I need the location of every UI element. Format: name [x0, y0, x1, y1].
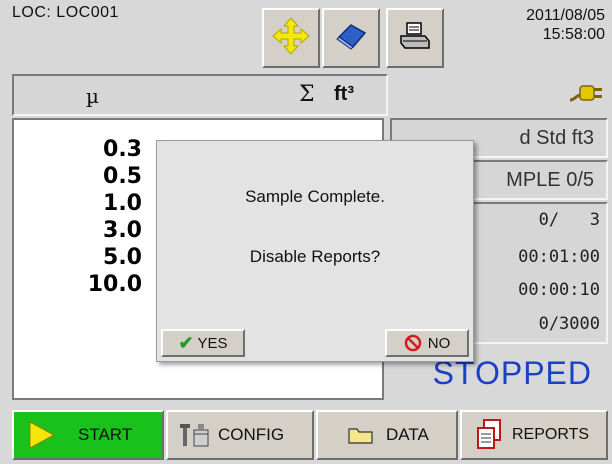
no-label: NO: [427, 334, 451, 352]
location-label: LOC: LOC001: [12, 4, 252, 34]
data-button[interactable]: DATA: [316, 410, 458, 460]
size-row: 5.0: [103, 245, 142, 270]
time-text: 15:58:00: [542, 26, 605, 43]
size-row: 0.3: [103, 137, 142, 162]
size-column-header: µ: [86, 84, 99, 108]
data-label: DATA: [386, 425, 429, 444]
move-button[interactable]: [262, 8, 320, 68]
reports-label: REPORTS: [512, 426, 590, 443]
size-row: 1.0: [103, 191, 142, 216]
four-way-arrow-icon: [271, 16, 311, 61]
location-text: LOC: LOC001: [12, 4, 119, 21]
size-row: 3.0: [103, 218, 142, 243]
size-row: 0.5: [103, 164, 142, 189]
column-header-bar: µ Σ ft³: [12, 74, 388, 116]
prohibited-icon: [404, 334, 422, 352]
datetime: 2011/08/05 15:58:00: [455, 6, 605, 56]
count-value: 0/ 3: [538, 210, 600, 230]
config-button[interactable]: CONFIG: [166, 410, 314, 460]
reports-button[interactable]: REPORTS: [460, 410, 608, 460]
dialog-question: Disable Reports?: [249, 247, 381, 266]
no-button[interactable]: NO: [385, 329, 469, 357]
date-text: 2011/08/05: [526, 7, 605, 24]
erase-button[interactable]: [322, 8, 380, 68]
yes-label: YES: [197, 334, 228, 352]
folder-icon: [348, 425, 374, 445]
play-icon: [26, 420, 56, 450]
start-button[interactable]: START: [12, 410, 164, 460]
dialog-message: Sample Complete.: [245, 187, 385, 206]
size-row: 10.0: [87, 272, 142, 297]
unit-column-header: ft³: [334, 83, 354, 105]
eraser-icon: [333, 21, 369, 56]
documents-icon: [474, 418, 504, 452]
tools-icon: [178, 420, 212, 450]
hold-time-value: 00:00:10: [518, 280, 600, 300]
sum-column-header: Σ: [299, 82, 315, 107]
config-label: CONFIG: [218, 425, 285, 444]
sample-count-text: MPLE 0/5: [506, 168, 594, 191]
particle-size-list: 0.3 0.5 1.0 3.0 5.0 10.0: [44, 136, 142, 298]
sample-time-value: 00:01:00: [518, 247, 600, 267]
confirm-dialog: Sample Complete. Disable Reports? ✔ YES …: [156, 140, 474, 362]
start-label: START: [78, 425, 133, 444]
yes-button[interactable]: ✔ YES: [161, 329, 245, 357]
volume-count-value: 0/3000: [538, 314, 600, 334]
printer-icon: [398, 20, 432, 57]
print-button[interactable]: [386, 8, 444, 68]
power-plug-icon: [568, 78, 604, 106]
volume-label-text: d Std ft3: [519, 126, 595, 149]
check-icon: ✔: [178, 332, 194, 353]
